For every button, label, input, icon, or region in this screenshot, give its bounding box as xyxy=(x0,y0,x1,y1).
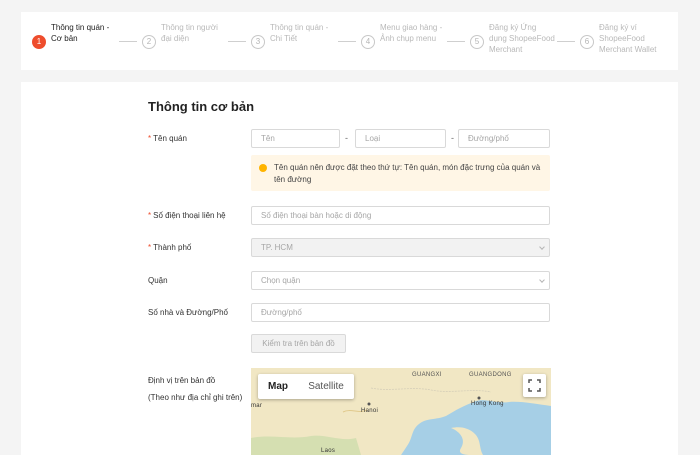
step-label: Thông tin quán - Chi Tiết xyxy=(270,23,329,43)
step-number: 3 xyxy=(251,35,265,49)
location-map[interactable]: GUANGXI GUANGDONG Hanoi Hong Kong mar La… xyxy=(251,368,551,455)
basic-info-form: Thông tin cơ bản * Tên quán Tên - Loại - … xyxy=(21,82,678,455)
step-number: 2 xyxy=(142,35,156,49)
phone-label: * Số điện thoại liên hệ xyxy=(148,211,226,220)
step-4[interactable]: 4 Menu giao hàng - Ảnh chụp menu xyxy=(361,22,442,49)
step-2[interactable]: 2 Thông tin người đại diện xyxy=(142,22,218,49)
step-connector xyxy=(228,41,246,42)
city-label: * Thành phố xyxy=(148,243,192,252)
chevron-down-icon xyxy=(539,244,545,250)
chevron-down-icon xyxy=(539,277,545,283)
required-mark: * xyxy=(148,134,152,143)
map-label-hanoi: Hanoi xyxy=(361,408,379,414)
map-type-toggle: Map Satellite xyxy=(258,374,354,399)
step-label: Thông tin người đại diện xyxy=(161,23,218,43)
step-number: 4 xyxy=(361,35,375,49)
map-label-laos: Laos xyxy=(321,448,336,454)
warning-dot-icon xyxy=(259,164,267,172)
check-on-map-button[interactable]: Kiểm tra trên bản đồ xyxy=(251,334,346,353)
map-label-guangdong: GUANGDONG xyxy=(469,372,512,378)
city-select: TP. HCM xyxy=(251,238,550,257)
fullscreen-button[interactable] xyxy=(523,374,546,397)
required-mark: * xyxy=(148,211,152,220)
step-connector xyxy=(447,41,465,42)
step-connector xyxy=(119,41,137,42)
address-label: Số nhà và Đường/Phố xyxy=(148,308,228,317)
fullscreen-icon xyxy=(528,379,541,392)
district-select[interactable]: Chọn quận xyxy=(251,271,550,290)
store-name-input[interactable]: Tên xyxy=(251,129,340,148)
step-number: 5 xyxy=(470,35,484,49)
step-6[interactable]: 6 Đăng ký ví ShopeeFood Merchant Wallet xyxy=(580,22,657,55)
separator: - xyxy=(451,133,454,143)
address-input[interactable]: Đường/phố xyxy=(251,303,550,322)
store-type-input[interactable]: Loại xyxy=(355,129,446,148)
map-label-guangxi: GUANGXI xyxy=(412,372,442,378)
required-mark: * xyxy=(148,243,152,252)
map-label-mar: mar xyxy=(251,403,263,409)
store-name-hint: Tên quán nên được đặt theo thứ tự: Tên q… xyxy=(251,155,550,191)
step-label: Đăng ký ví ShopeeFood Merchant Wallet xyxy=(599,23,657,54)
step-number: 1 xyxy=(32,35,46,49)
separator: - xyxy=(345,133,348,143)
step-connector xyxy=(338,41,356,42)
step-connector xyxy=(557,41,575,42)
store-street-input[interactable]: Đường/phố xyxy=(458,129,550,148)
step-1[interactable]: 1 Thông tin quán - Cơ bản xyxy=(32,22,109,49)
district-label: Quận xyxy=(148,276,168,285)
map-label-hongkong: Hong Kong xyxy=(471,401,504,407)
phone-input[interactable]: Số điện thoại bàn hoặc di động xyxy=(251,206,550,225)
step-number: 6 xyxy=(580,35,594,49)
map-tab[interactable]: Map xyxy=(258,374,298,399)
step-5[interactable]: 5 Đăng ký Ứng dụng ShopeeFood Merchant xyxy=(470,22,555,55)
map-location-label: Định vị trên bản đồ (Theo như địa chỉ gh… xyxy=(148,376,243,402)
onboarding-stepper: 1 Thông tin quán - Cơ bản 2 Thông tin ng… xyxy=(21,12,678,70)
step-label: Đăng ký Ứng dụng ShopeeFood Merchant xyxy=(489,23,555,54)
section-title: Thông tin cơ bản xyxy=(148,99,255,114)
step-label: Menu giao hàng - Ảnh chụp menu xyxy=(380,23,443,43)
store-name-label: * Tên quán xyxy=(148,134,187,143)
satellite-tab[interactable]: Satellite xyxy=(298,374,354,399)
step-3[interactable]: 3 Thông tin quán - Chi Tiết xyxy=(251,22,328,49)
step-label: Thông tin quán - Cơ bản xyxy=(51,23,110,43)
